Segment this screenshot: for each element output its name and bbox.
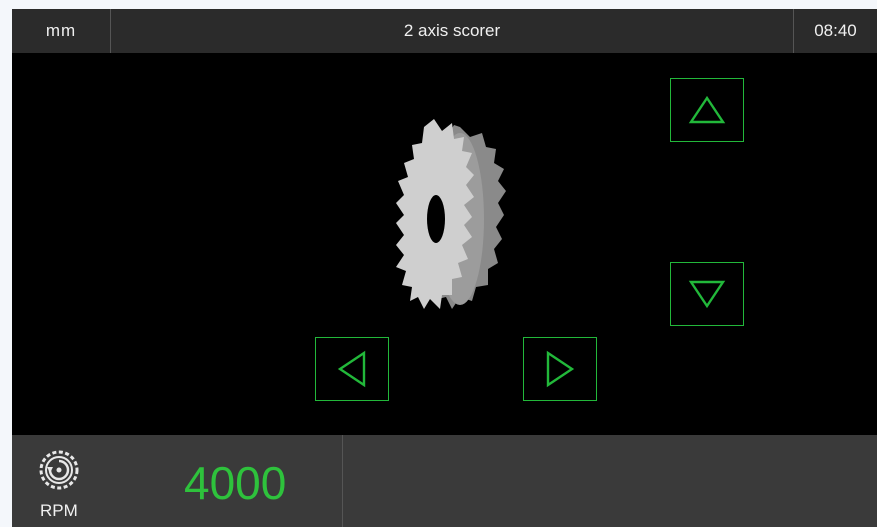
move-right-button[interactable] [523, 337, 597, 401]
units-indicator[interactable]: mm [12, 9, 111, 53]
triangle-left-icon [337, 350, 366, 388]
rpm-value[interactable]: 4000 [184, 455, 286, 511]
scorer-blade-illustration [396, 119, 506, 309]
triangle-up-icon [688, 95, 726, 124]
rpm-label: RPM [40, 501, 78, 520]
saw-rpm-icon [39, 450, 79, 490]
display-frame: mm 2 axis scorer 08:40 RPM 4000 [0, 0, 877, 527]
header-bar: mm 2 axis scorer 08:40 [12, 9, 877, 53]
move-left-button[interactable] [315, 337, 389, 401]
move-down-button[interactable] [670, 262, 744, 326]
clock: 08:40 [793, 9, 877, 53]
screen-title: 2 axis scorer [403, 21, 501, 40]
triangle-down-icon [688, 280, 726, 309]
status-bar: RPM 4000 [12, 435, 877, 527]
move-up-button[interactable] [670, 78, 744, 142]
triangle-right-icon [546, 350, 575, 388]
footer-divider [342, 435, 343, 527]
machine-screen: mm 2 axis scorer 08:40 RPM 4000 [12, 9, 877, 527]
